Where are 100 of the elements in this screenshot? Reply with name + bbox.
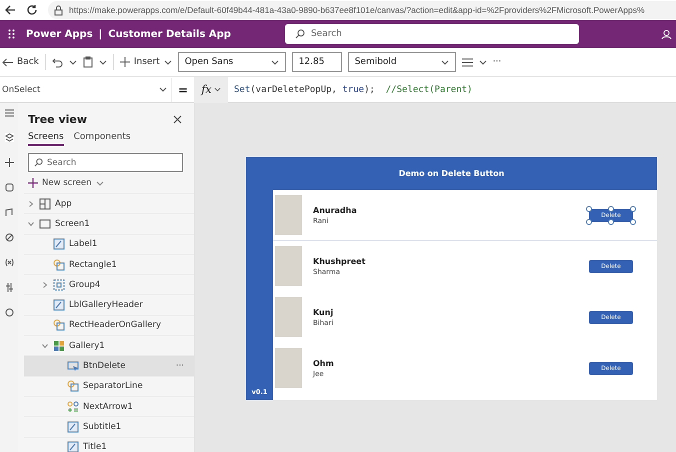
label-icon: [67, 441, 79, 452]
chevron-down-icon[interactable]: [28, 220, 34, 227]
photo-placeholder: [275, 195, 302, 235]
caret-icon[interactable]: [478, 60, 487, 64]
person-name: Kunj: [313, 308, 334, 316]
person-name: Khushpreet: [313, 256, 366, 266]
tree-item[interactable]: Label1: [24, 234, 194, 254]
close-icon[interactable]: [173, 115, 182, 124]
group-icon: [53, 278, 65, 291]
caret-icon[interactable]: [68, 60, 77, 64]
caret-icon: [270, 60, 279, 64]
tree-item[interactable]: Group4: [24, 274, 194, 294]
app-icon: [39, 198, 51, 210]
tree-item[interactable]: LblGalleryHeader: [24, 294, 194, 315]
function-button[interactable]: fx: [194, 76, 228, 102]
item-label: SeparatorLine: [83, 381, 143, 392]
people-icon[interactable]: [661, 28, 672, 40]
gallery-icon: [53, 340, 65, 352]
item-label: Screen1: [55, 218, 90, 229]
font-dropdown[interactable]: Open Sans: [178, 52, 286, 72]
selection-handle[interactable]: [608, 206, 614, 212]
back-button[interactable]: Back: [2, 52, 39, 72]
tree-item[interactable]: BtnDelete ···: [24, 355, 194, 376]
search-field[interactable]: Search: [284, 24, 579, 44]
panel-title: Tree view: [28, 113, 88, 126]
menu-icon[interactable]: [4, 109, 14, 117]
item-label: Gallery1: [69, 340, 105, 351]
photo-placeholder: [275, 348, 302, 388]
caret-icon: [159, 87, 167, 92]
selection-handle[interactable]: [630, 206, 636, 212]
tree-item[interactable]: Title1: [24, 436, 194, 452]
label-icon: [53, 299, 65, 312]
icons-icon: [67, 400, 79, 413]
formula-input[interactable]: Set(varDeletePopUp, true); //Select(Parent): [228, 76, 676, 102]
plus-icon[interactable]: [4, 158, 14, 167]
photo-placeholder: [275, 297, 302, 337]
item-label: Rectangle1: [69, 260, 117, 270]
person-name: Anuradha: [313, 206, 358, 214]
circle-icon[interactable]: [4, 308, 14, 317]
person-name: Ohm: [313, 358, 335, 368]
chevron-right-icon[interactable]: [28, 200, 34, 207]
caret-icon: [96, 180, 104, 186]
app-launcher-icon[interactable]: [8, 29, 16, 39]
back-arrow-icon[interactable]: [4, 4, 16, 16]
font-size-field[interactable]: 12.85: [292, 52, 342, 72]
align-icon[interactable]: [462, 58, 473, 66]
item-label: Label1: [69, 239, 98, 250]
shapes-icon: [53, 319, 65, 332]
item-label: Group4: [69, 280, 100, 290]
button-control-icon: [67, 360, 79, 372]
caret-icon: [214, 87, 221, 92]
item-label: App: [55, 198, 72, 209]
caret-icon: [440, 60, 449, 64]
back-arrow-icon: [2, 58, 13, 66]
clipboard-icon[interactable]: [82, 56, 93, 68]
plus-icon: [120, 57, 130, 67]
undo-icon[interactable]: [52, 56, 63, 68]
product-name[interactable]: Power Apps: [26, 28, 93, 40]
photo-placeholder: [275, 246, 302, 286]
tree-item[interactable]: Rectangle1: [24, 254, 194, 274]
title-separator: |: [98, 28, 102, 40]
tree-item[interactable]: App: [24, 193, 194, 214]
refresh-icon[interactable]: [26, 4, 38, 16]
new-screen-button[interactable]: New screen: [28, 176, 104, 190]
font-weight-dropdown[interactable]: Semibold: [348, 52, 456, 72]
variables-icon[interactable]: [4, 258, 14, 267]
tree-item[interactable]: SeparatorLine: [24, 376, 194, 396]
tree-item[interactable]: RectHeaderOnGallery: [24, 314, 194, 336]
shapes-icon: [53, 258, 65, 271]
selection-handle[interactable]: [586, 218, 592, 224]
tab[interactable]: Screens: [28, 132, 64, 146]
tree-item[interactable]: Screen1: [24, 213, 194, 234]
item-label: BtnDelete: [83, 361, 126, 372]
plus-icon: [28, 178, 38, 188]
chevron-down-icon[interactable]: [42, 342, 48, 349]
item-label: Title1: [83, 442, 107, 452]
caret-icon[interactable]: [98, 60, 107, 64]
more-options[interactable]: ···: [176, 361, 184, 372]
tab[interactable]: Components: [74, 132, 131, 146]
more-button[interactable]: ···: [492, 52, 502, 72]
item-label: RectHeaderOnGallery: [69, 320, 162, 330]
tree-item[interactable]: NextArrow1: [24, 396, 194, 416]
search-field[interactable]: Search: [28, 153, 183, 172]
app-name: Customer Details App: [108, 28, 231, 40]
header-title: Demo on Delete Button: [398, 169, 504, 178]
settings-icon[interactable]: [4, 283, 14, 292]
chevron-right-icon[interactable]: [42, 282, 48, 288]
layers-icon[interactable]: [4, 133, 14, 142]
screen-icon: [39, 218, 51, 230]
item-label: LblGalleryHeader: [69, 300, 143, 310]
label-icon: [67, 420, 79, 433]
selection-handle[interactable]: [586, 206, 592, 212]
item-label: Subtitle1: [83, 422, 122, 432]
shapes-icon: [67, 380, 79, 392]
tree-item[interactable]: Subtitle1: [24, 416, 194, 437]
property-dropdown[interactable]: OnSelect: [0, 78, 172, 102]
insert-button[interactable]: Insert: [120, 52, 172, 72]
label-icon: [53, 238, 65, 250]
lock-icon: [54, 4, 63, 16]
caret-icon: [164, 60, 172, 64]
